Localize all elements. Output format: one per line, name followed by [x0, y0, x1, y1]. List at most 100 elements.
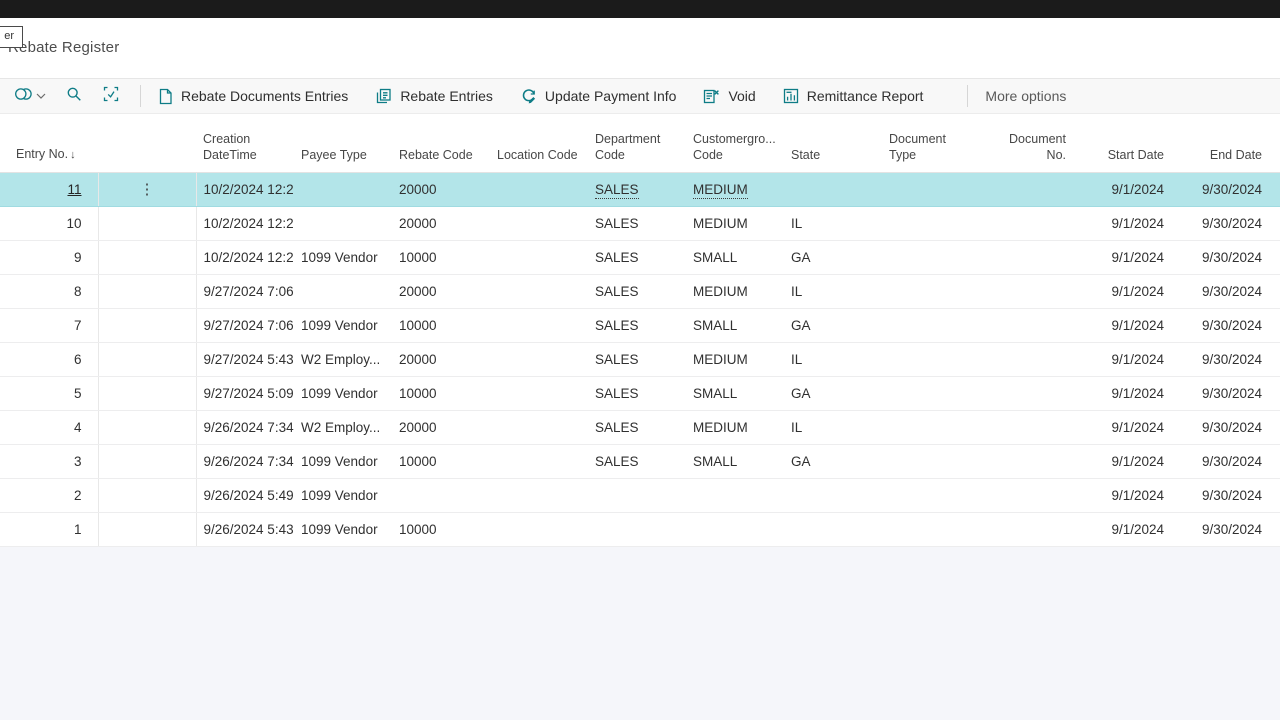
- toolbar-divider-2: [967, 85, 968, 107]
- cell-customer-group-code: MEDIUM: [686, 410, 784, 444]
- table-row[interactable]: 79/27/2024 7:06 PM1099 Vendor10000SALESS…: [0, 308, 1280, 342]
- cell-start-date: 9/1/2024: [1078, 172, 1176, 206]
- analyze-button[interactable]: [103, 86, 119, 107]
- cell-document-no: [980, 478, 1078, 512]
- table-row[interactable]: 49/26/2024 7:34 PMW2 Employ...20000SALES…: [0, 410, 1280, 444]
- column-header-end-date[interactable]: End Date: [1176, 114, 1274, 172]
- table-row[interactable]: 89/27/2024 7:06 PM20000SALESMEDIUMIL9/1/…: [0, 274, 1280, 308]
- cell-department-code: SALES: [588, 410, 686, 444]
- cell-menu: [98, 206, 196, 240]
- cell-start-date: 9/1/2024: [1078, 478, 1176, 512]
- table-row[interactable]: 19/26/2024 5:43 PM1099 Vendor100009/1/20…: [0, 512, 1280, 546]
- cell-batch-name: TEST: [1274, 240, 1280, 274]
- cell-document-type: [882, 240, 980, 274]
- cell-menu: [98, 478, 196, 512]
- cell-state: GA: [784, 308, 882, 342]
- cell-rebate-code: 20000: [392, 206, 490, 240]
- cell-batch-name: TEST: [1274, 308, 1280, 342]
- cell-customer-group-code: MEDIUM: [686, 172, 784, 206]
- action-label: Rebate Documents Entries: [181, 88, 348, 104]
- table-row[interactable]: 11⋮10/2/2024 12:22 ...20000SALESMEDIUM9/…: [0, 172, 1280, 206]
- table-row[interactable]: 1010/2/2024 12:22 ...20000SALESMEDIUMIL9…: [0, 206, 1280, 240]
- action-void-button[interactable]: Void: [703, 88, 755, 104]
- action-rebate-entries-button[interactable]: Rebate Entries: [375, 88, 493, 104]
- cell-department-code: SALES: [588, 240, 686, 274]
- table-header-row: Entry No.↓ Creation DateTimePayee TypeReb…: [0, 114, 1280, 172]
- column-header-payee[interactable]: Payee Type: [294, 114, 392, 172]
- cell-location-code: [490, 240, 588, 274]
- cell-state: [784, 478, 882, 512]
- column-header-start-date[interactable]: Start Date: [1078, 114, 1176, 172]
- cell-document-no: [980, 410, 1078, 444]
- cell-document-type: [882, 478, 980, 512]
- action-update-payment-info-button[interactable]: Update Payment Info: [520, 88, 677, 104]
- cell-customer-group-code: SMALL: [686, 444, 784, 478]
- column-header-menu[interactable]: [98, 114, 196, 172]
- cell-department-code: SALES: [588, 172, 686, 206]
- cell-end-date: 9/30/2024: [1176, 274, 1274, 308]
- cell-location-code: [490, 444, 588, 478]
- views-icon: [14, 86, 33, 107]
- cell-start-date: 9/1/2024: [1078, 240, 1176, 274]
- cell-entry-no: 2: [0, 478, 98, 512]
- cell-location-code: [490, 308, 588, 342]
- column-header-customer-group-code[interactable]: Customergro... Code: [686, 114, 784, 172]
- chevron-down-icon: [36, 93, 46, 99]
- table-row[interactable]: 29/26/2024 5:49 PM1099 Vendor9/1/20249/3…: [0, 478, 1280, 512]
- cell-end-date: 9/30/2024: [1176, 206, 1274, 240]
- table-row[interactable]: 910/2/2024 12:22 ...1099 Vendor10000SALE…: [0, 240, 1280, 274]
- cell-payee: 1099 Vendor: [294, 376, 392, 410]
- cell-department-code: [588, 478, 686, 512]
- cell-customer-group-code: MEDIUM: [686, 274, 784, 308]
- cell-creation: 10/2/2024 12:22 ...: [196, 206, 294, 240]
- cell-payee: [294, 172, 392, 206]
- cell-document-type: [882, 410, 980, 444]
- cell-rebate-code: 10000: [392, 512, 490, 546]
- cell-payee: 1099 Vendor: [294, 478, 392, 512]
- column-header-batch-name[interactable]: Batch Name: [1274, 114, 1280, 172]
- cell-creation: 9/27/2024 5:09 PM: [196, 376, 294, 410]
- column-header-state[interactable]: State: [784, 114, 882, 172]
- column-header-entry-no[interactable]: Entry No.↓: [0, 114, 98, 172]
- column-header-document-type[interactable]: Document Type: [882, 114, 980, 172]
- entry-no-link[interactable]: 11: [67, 182, 81, 197]
- column-header-creation[interactable]: Creation DateTime: [196, 114, 294, 172]
- table-body: 11⋮10/2/2024 12:22 ...20000SALESMEDIUM9/…: [0, 172, 1280, 546]
- cell-end-date: 9/30/2024: [1176, 478, 1274, 512]
- action-label: Remittance Report: [807, 88, 924, 104]
- cell-menu: ⋮: [98, 172, 196, 206]
- cell-rebate-code: 10000: [392, 444, 490, 478]
- cell-end-date: 9/30/2024: [1176, 376, 1274, 410]
- cell-rebate-code: 20000: [392, 172, 490, 206]
- cell-start-date: 9/1/2024: [1078, 206, 1176, 240]
- cell-start-date: 9/1/2024: [1078, 342, 1176, 376]
- cell-department-code: SALES: [588, 274, 686, 308]
- cell-department-code: SALES: [588, 376, 686, 410]
- cell-payee: 1099 Vendor: [294, 240, 392, 274]
- table-row[interactable]: 59/27/2024 5:09 PM1099 Vendor10000SALESS…: [0, 376, 1280, 410]
- cell-batch-name: [1274, 512, 1280, 546]
- cell-document-type: [882, 444, 980, 478]
- cell-document-type: [882, 274, 980, 308]
- action-rebate-documents-entries-button[interactable]: Rebate Documents Entries: [158, 88, 348, 105]
- cell-document-type: [882, 308, 980, 342]
- cell-customer-group-code: MEDIUM: [686, 342, 784, 376]
- action-remittance-report-button[interactable]: Remittance Report: [783, 88, 924, 104]
- cell-customer-group-code: SMALL: [686, 376, 784, 410]
- cell-state: [784, 512, 882, 546]
- cell-rebate-code: 20000: [392, 410, 490, 444]
- table-row[interactable]: 69/27/2024 5:43 PMW2 Employ...20000SALES…: [0, 342, 1280, 376]
- cell-state: IL: [784, 274, 882, 308]
- views-button[interactable]: [14, 86, 46, 107]
- cell-end-date: 9/30/2024: [1176, 342, 1274, 376]
- cell-rebate-code: 20000: [392, 274, 490, 308]
- row-menu-kebab-icon[interactable]: ⋮: [140, 181, 155, 198]
- search-button[interactable]: [66, 86, 82, 107]
- cell-document-no: [980, 342, 1078, 376]
- column-header-rebate-code[interactable]: Rebate Code: [392, 114, 490, 172]
- column-header-document-no[interactable]: Document No.: [980, 114, 1078, 172]
- column-header-department-code[interactable]: Department Code: [588, 114, 686, 172]
- more-options-button[interactable]: More options: [985, 88, 1066, 104]
- column-header-location-code[interactable]: Location Code: [490, 114, 588, 172]
- table-row[interactable]: 39/26/2024 7:34 PM1099 Vendor10000SALESS…: [0, 444, 1280, 478]
